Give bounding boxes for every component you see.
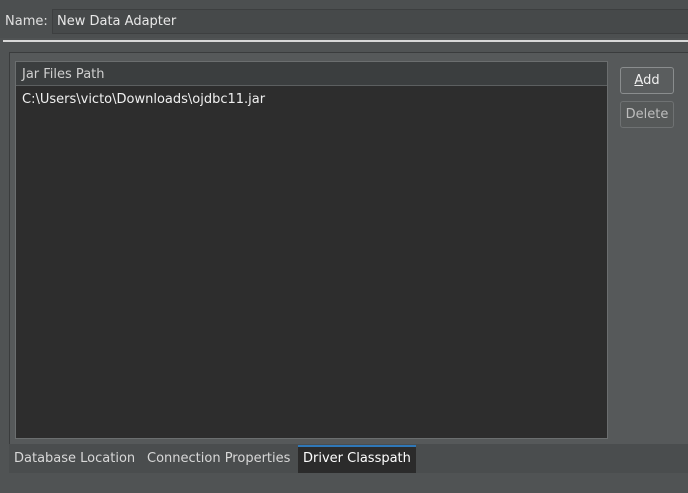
table-row[interactable]: C:\Users\victo\Downloads\ojdbc11.jar [16,88,607,112]
add-label-rest: dd [643,72,660,88]
jar-path-cell[interactable]: C:\Users\victo\Downloads\ojdbc11.jar [22,92,265,107]
data-adapter-editor: Name: Jar Files Path C:\Users\victo\Down… [0,0,688,493]
add-mnemonic: A [634,72,644,88]
name-divider [3,40,688,42]
tab-database-location[interactable]: Database Location [9,447,140,473]
jar-files-table[interactable]: Jar Files Path C:\Users\victo\Downloads\… [15,61,608,439]
table-header[interactable]: Jar Files Path [16,62,607,86]
add-button[interactable]: Add [620,67,674,94]
bottom-strip [0,473,688,493]
column-header-jar-files-path[interactable]: Jar Files Path [22,67,105,82]
tab-connection-properties[interactable]: Connection Properties [142,447,295,473]
name-row: Name: [0,0,688,38]
delete-button[interactable]: Delete [620,101,674,128]
tab-driver-classpath[interactable]: Driver Classpath [298,445,416,473]
name-label: Name: [5,14,48,29]
name-input[interactable] [52,9,688,34]
